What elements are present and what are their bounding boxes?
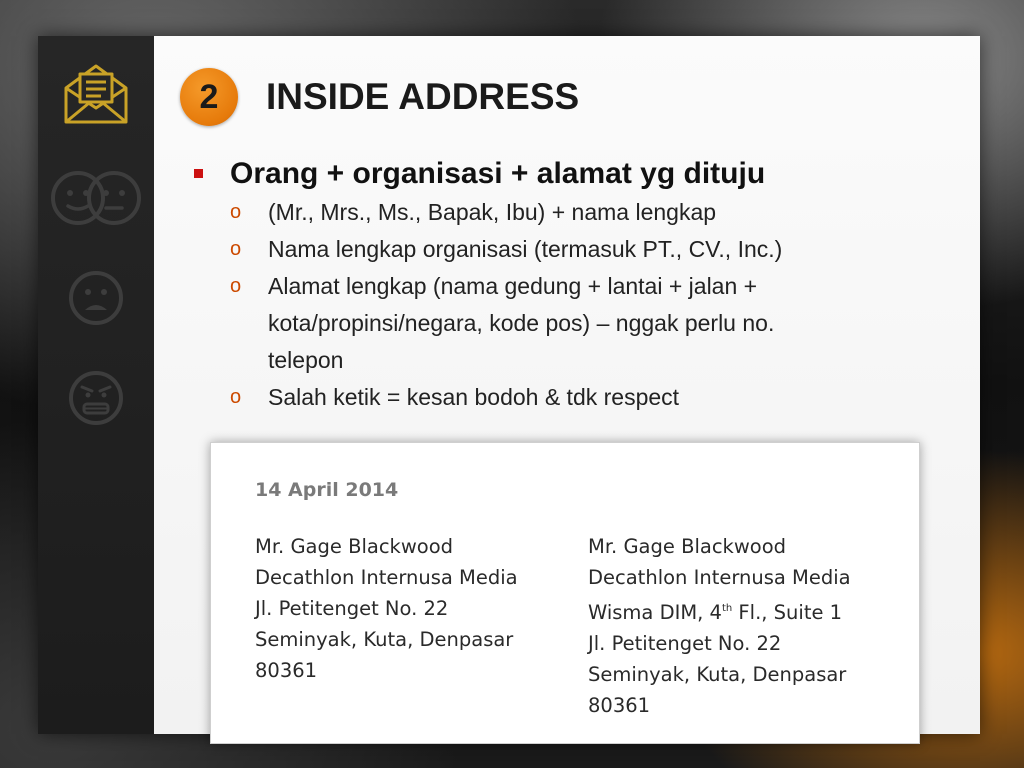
sub-bullet: o Nama lengkap organisasi (termasuk PT.,… <box>190 231 828 268</box>
sub-bullet-text: Alamat lengkap (nama gedung + lantai + j… <box>268 273 775 373</box>
ordinal-suffix: th <box>721 603 733 614</box>
sad-face-icon <box>38 268 154 328</box>
square-bullet-icon <box>194 169 203 178</box>
circle-bullet-icon: o <box>230 386 242 408</box>
sub-bullet-text: Nama lengkap organisasi (termasuk PT., C… <box>268 236 783 262</box>
slide-title: INSIDE ADDRESS <box>266 76 580 117</box>
address-line: Decathlon Internusa Media <box>588 566 851 589</box>
sub-bullet: o Alamat lengkap (nama gedung + lantai +… <box>190 268 820 379</box>
angry-face-icon <box>38 368 154 428</box>
slide: 2 INSIDE ADDRESS Orang + organisasi + al… <box>38 36 980 744</box>
sub-bullet: o (Mr., Mrs., Ms., Bapak, Ibu) + nama le… <box>190 194 828 231</box>
circle-bullet-icon: o <box>230 238 242 260</box>
two-faces-icon <box>38 166 154 230</box>
sidebar <box>38 36 154 734</box>
letter-date: 14 April 2014 <box>255 479 399 501</box>
address-line: Jl. Petitenget No. 22 <box>588 632 782 655</box>
circle-bullet-icon: o <box>230 201 242 223</box>
floor-text: Fl., Suite 1 <box>732 601 843 624</box>
bullet-list: Orang + organisasi + alamat yg dituju o … <box>190 154 970 416</box>
inside-address-left: Mr. Gage Blackwood Decathlon Internusa M… <box>255 531 518 686</box>
building-text: Wisma DIM, 4 <box>588 601 722 624</box>
envelope-icon <box>38 58 154 128</box>
address-line: Jl. Petitenget No. 22 <box>255 597 449 620</box>
address-line: Mr. Gage Blackwood <box>255 535 454 558</box>
address-line: Decathlon Internusa Media <box>255 566 518 589</box>
inside-address-right: Mr. Gage Blackwood Decathlon Internusa M… <box>588 531 851 721</box>
address-line-building: Wisma DIM, 4th Fl., Suite 1 <box>588 593 851 628</box>
sub-bullet: o Salah ketik = kesan bodoh & tdk respec… <box>190 379 828 416</box>
address-line: Seminyak, Kuta, Denpasar <box>255 628 514 651</box>
address-line: Mr. Gage Blackwood <box>588 535 787 558</box>
address-line: 80361 <box>255 659 318 682</box>
sub-bullet-text: (Mr., Mrs., Ms., Bapak, Ibu) + nama leng… <box>268 199 717 225</box>
address-line: 80361 <box>588 694 651 717</box>
sub-bullet-text: Salah ketik = kesan bodoh & tdk respect <box>268 384 680 410</box>
slide-number-badge: 2 <box>180 68 238 126</box>
letter-example: 14 April 2014 Mr. Gage Blackwood Decathl… <box>210 442 920 744</box>
content-area: 2 INSIDE ADDRESS Orang + organisasi + al… <box>154 36 980 744</box>
sub-bullet-list: o (Mr., Mrs., Ms., Bapak, Ibu) + nama le… <box>190 194 970 416</box>
address-line: Seminyak, Kuta, Denpasar <box>588 663 847 686</box>
circle-bullet-icon: o <box>230 275 242 297</box>
main-bullet-text: Orang + organisasi + alamat yg dituju <box>230 157 766 190</box>
main-bullet: Orang + organisasi + alamat yg dituju <box>190 154 970 194</box>
